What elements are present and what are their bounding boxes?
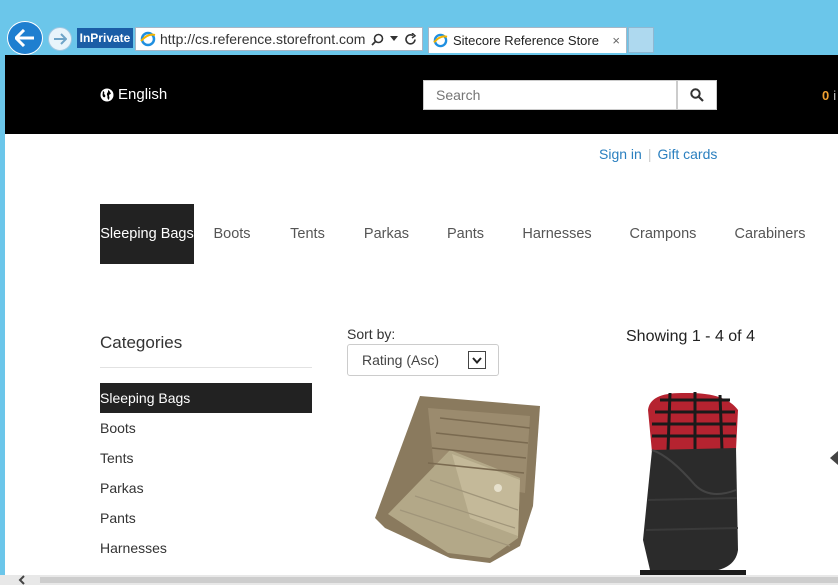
product-image-sleeping-bag-plaid[interactable] [640,390,746,575]
search-input[interactable] [423,80,677,110]
cart-label: i [833,88,837,103]
nav-item-crampons[interactable]: Crampons [611,204,715,264]
address-bar[interactable]: http://cs.reference.storefront.com/s [135,27,423,51]
gift-cards-link[interactable]: Gift cards [657,146,717,162]
browser-tab[interactable]: Sitecore Reference Store × [428,27,627,53]
account-links: Sign in | Gift cards [599,146,717,162]
sort-value: Rating (Asc) [362,352,440,368]
category-list: Sleeping Bags Boots Tents Parkas Pants H… [100,383,312,563]
ie-logo-icon [433,33,448,48]
search-icon [690,88,704,102]
nav-item-boots[interactable]: Boots [194,204,270,264]
globe-icon [100,88,114,101]
search-icon[interactable] [371,33,384,46]
category-item-boots[interactable]: Boots [100,413,312,443]
carousel-next-icon[interactable] [830,451,838,465]
nav-item-sleeping-bags[interactable]: Sleeping Bags [100,204,194,264]
site-header: English 0i [5,55,838,134]
link-separator: | [647,146,652,162]
nav-item-harnesses[interactable]: Harnesses [503,204,611,264]
product-image-sleeping-bag-brown[interactable] [370,388,545,566]
new-tab-button[interactable] [628,27,654,53]
sign-in-link[interactable]: Sign in [599,146,642,162]
forward-arrow-icon [54,33,67,45]
nav-item-tents[interactable]: Tents [270,204,345,264]
category-item-tents[interactable]: Tents [100,443,312,473]
nav-item-parkas[interactable]: Parkas [345,204,428,264]
page-content: English 0i Sign in | Gift cards Sleeping… [5,55,838,575]
sort-select[interactable]: Rating (Asc) [347,344,499,376]
search-button[interactable] [677,80,717,110]
browser-chrome: InPrivate http://cs.reference.storefront… [0,0,838,55]
categories-heading: Categories [100,333,183,352]
scroll-left-icon[interactable] [18,575,26,585]
sort-label: Sort by: [347,326,396,342]
forward-button[interactable] [48,27,72,51]
refresh-icon[interactable] [404,32,417,46]
language-label: English [118,86,168,103]
horizontal-scrollbar[interactable] [0,575,838,585]
url-text[interactable]: http://cs.reference.storefront.com/s [160,31,365,47]
results-count: Showing 1 - 4 of 4 [626,328,755,345]
category-item-pants[interactable]: Pants [100,503,312,533]
divider [100,367,312,368]
back-button[interactable] [7,21,43,55]
back-arrow-icon [15,29,34,47]
category-nav: Sleeping Bags Boots Tents Parkas Pants H… [100,204,825,264]
cart-count: 0 [822,88,830,103]
inprivate-badge: InPrivate [77,28,133,48]
category-item-parkas[interactable]: Parkas [100,473,312,503]
nav-item-pants[interactable]: Pants [428,204,503,264]
tab-title: Sitecore Reference Store [453,33,599,48]
chevron-down-icon [468,351,486,369]
category-item-sleeping-bags[interactable]: Sleeping Bags [100,383,312,413]
cart-link[interactable]: 0i [822,88,836,103]
tab-close-icon[interactable]: × [612,33,620,48]
category-item-harnesses[interactable]: Harnesses [100,533,312,563]
nav-item-carabiners[interactable]: Carabiners [715,204,825,264]
language-selector[interactable]: English [100,86,167,103]
dropdown-icon[interactable] [390,36,398,42]
scrollbar-thumb[interactable] [40,577,838,583]
ie-logo-icon [140,31,156,47]
